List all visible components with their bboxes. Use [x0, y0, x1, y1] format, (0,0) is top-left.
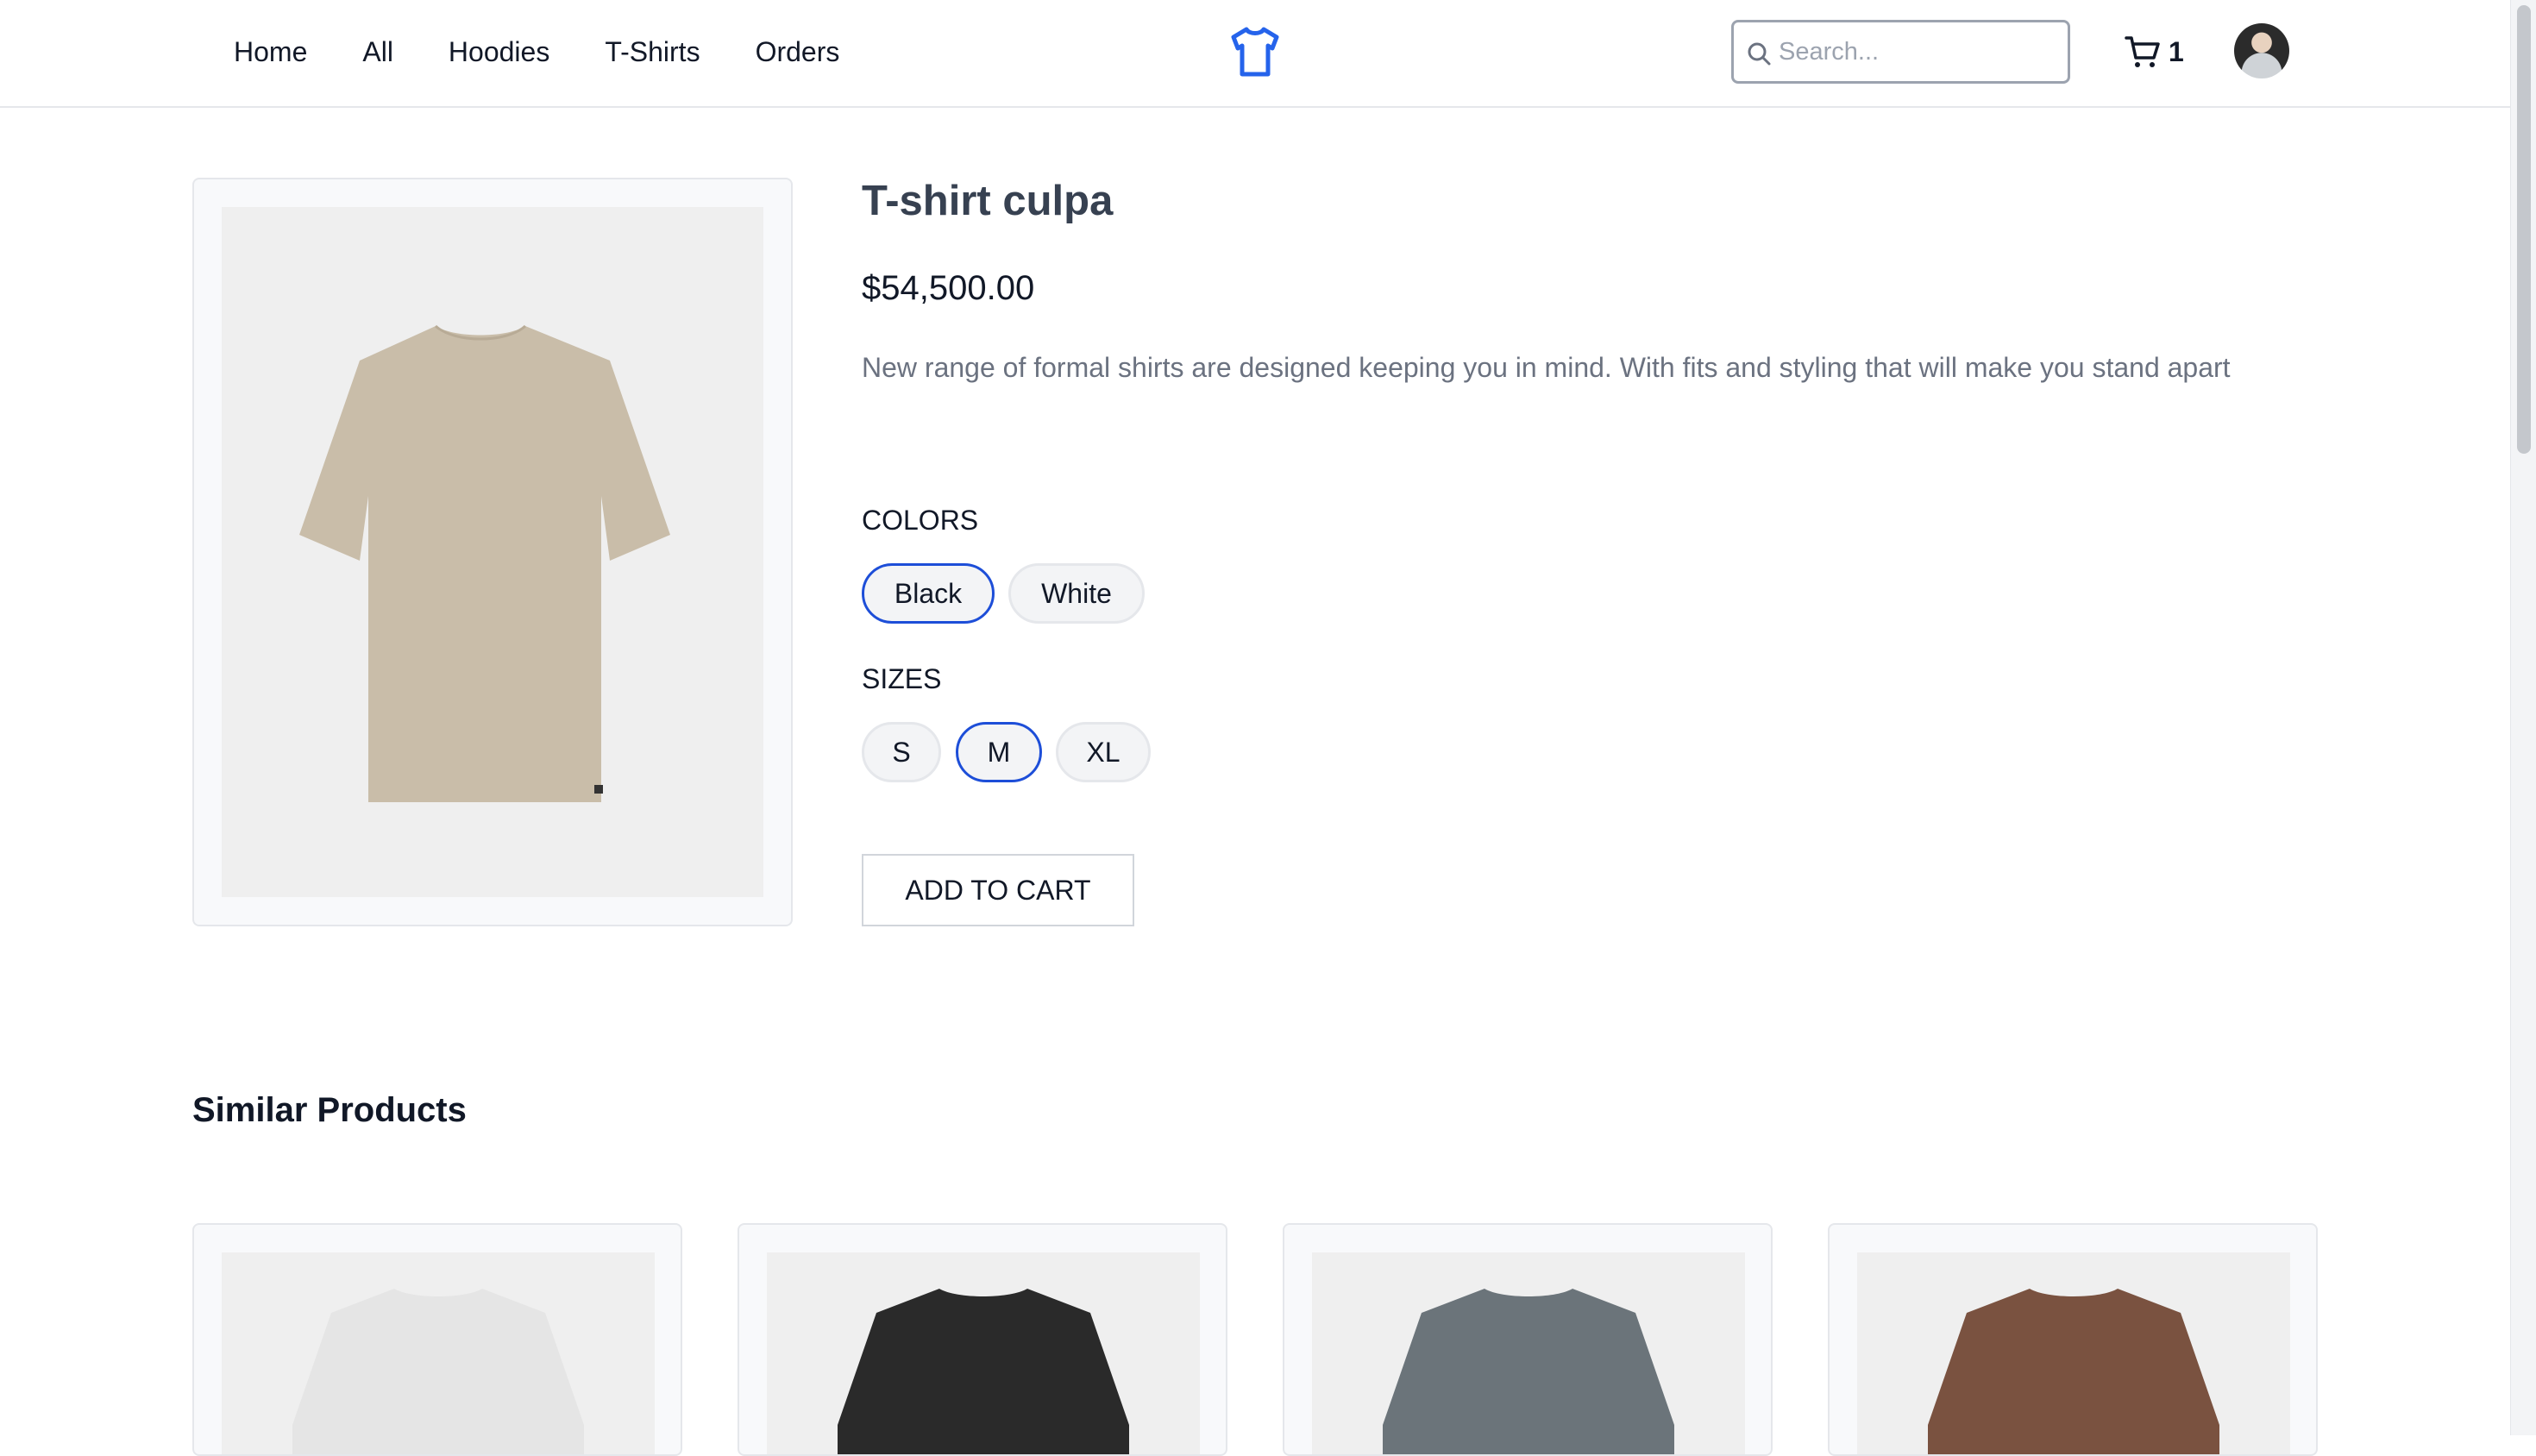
similar-products-title: Similar Products — [192, 1091, 467, 1129]
cart-button[interactable]: 1 — [2124, 30, 2184, 73]
product-description: New range of formal shirts are designed … — [862, 352, 2231, 383]
similar-product-card[interactable] — [1828, 1223, 2318, 1456]
product-image-frame — [192, 178, 793, 926]
page-scrollbar[interactable] — [2510, 0, 2536, 1435]
color-option-black[interactable]: Black — [862, 563, 995, 624]
user-avatar[interactable] — [2234, 23, 2289, 78]
nav-hoodies[interactable]: Hoodies — [449, 36, 549, 68]
size-option-s[interactable]: S — [862, 722, 941, 782]
similar-product-image — [222, 1252, 655, 1454]
search-input[interactable] — [1777, 29, 2062, 74]
main-nav: Home All Hoodies T-Shirts Orders — [234, 0, 839, 104]
tshirt-logo-icon[interactable] — [1230, 26, 1280, 78]
color-option-white[interactable]: White — [1008, 563, 1145, 624]
similar-product-image — [767, 1252, 1200, 1454]
cart-count: 1 — [2169, 35, 2184, 67]
size-option-xl[interactable]: XL — [1056, 722, 1151, 782]
similar-product-image — [1312, 1252, 1745, 1454]
add-to-cart-button[interactable]: ADD TO CART — [862, 854, 1134, 926]
product-tshirt-image — [299, 324, 670, 802]
nav-orders[interactable]: Orders — [756, 36, 840, 68]
nav-home[interactable]: Home — [234, 36, 307, 68]
similar-product-image — [1857, 1252, 2290, 1454]
nav-t-shirts[interactable]: T-Shirts — [605, 36, 700, 68]
sizes-label: SIZES — [862, 663, 942, 694]
scrollbar-thumb[interactable] — [2517, 5, 2531, 454]
colors-label: COLORS — [862, 505, 979, 536]
top-navbar: Home All Hoodies T-Shirts Orders 1 — [0, 0, 2510, 108]
product-price: $54,500.00 — [862, 269, 1035, 307]
similar-product-card[interactable] — [1283, 1223, 1773, 1456]
nav-all[interactable]: All — [362, 36, 393, 68]
product-image — [222, 207, 763, 897]
similar-product-card[interactable] — [738, 1223, 1227, 1456]
similar-product-card[interactable] — [192, 1223, 682, 1456]
search-icon — [1748, 42, 1771, 66]
search-box[interactable] — [1731, 20, 2070, 84]
product-title: T-shirt culpa — [862, 178, 1114, 224]
cart-icon — [2125, 36, 2160, 67]
size-option-m[interactable]: M — [956, 722, 1042, 782]
